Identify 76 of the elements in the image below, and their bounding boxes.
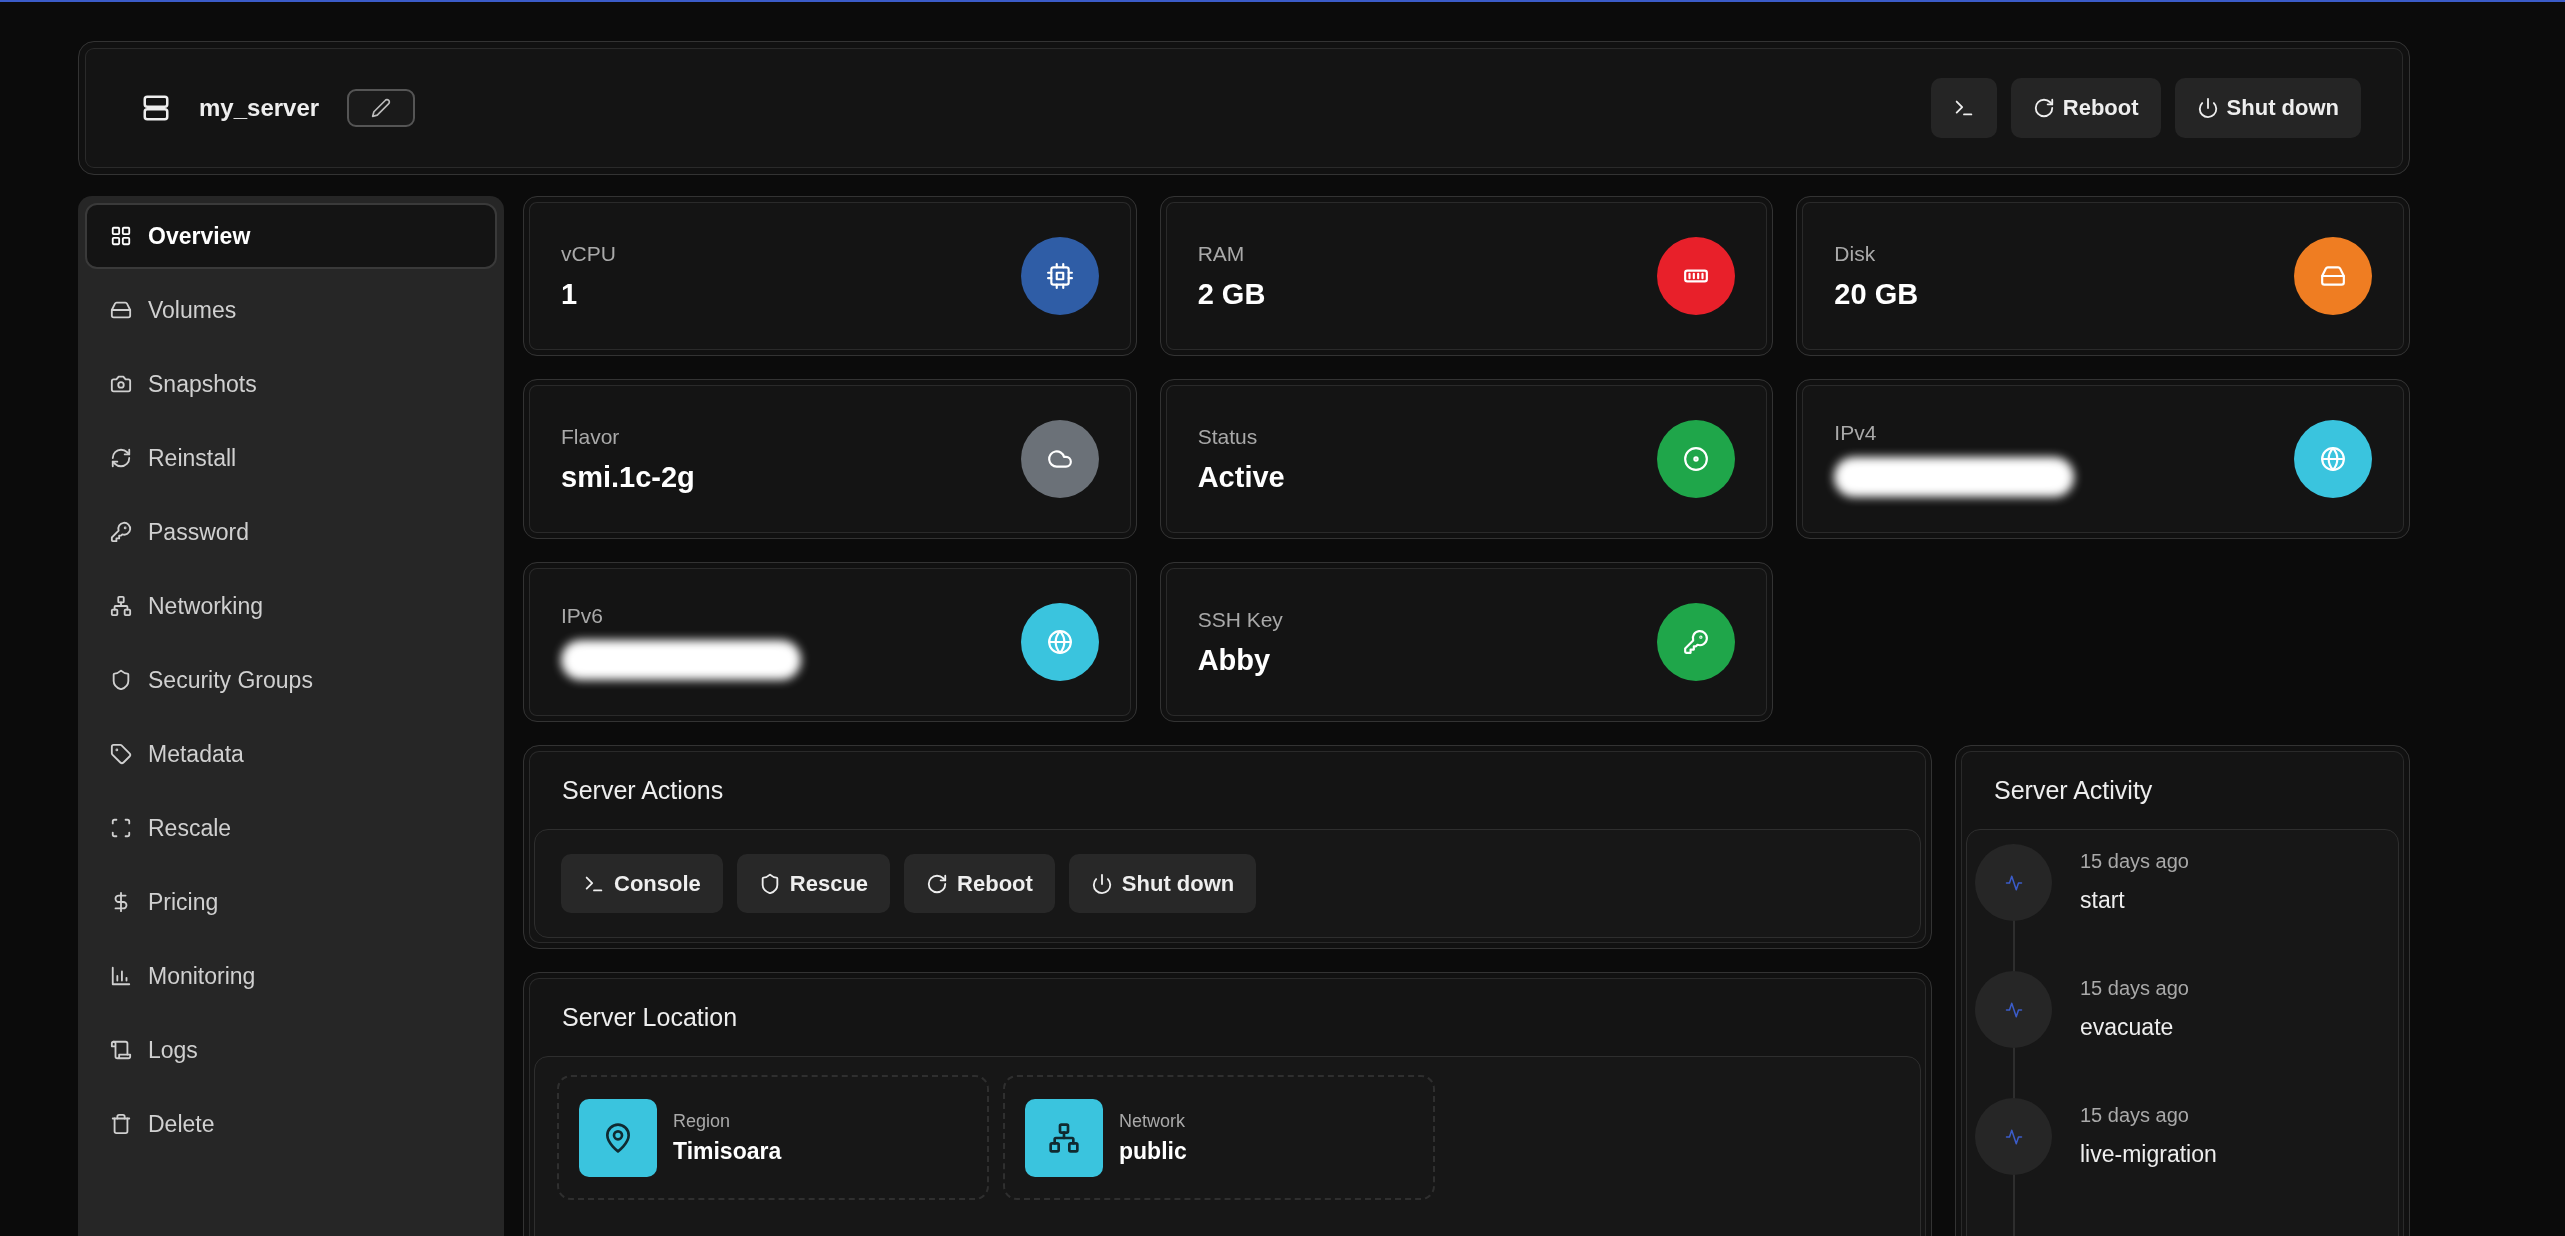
tag-icon	[110, 743, 132, 765]
stat-label: Flavor	[561, 424, 621, 449]
bar-chart-icon	[110, 965, 132, 987]
stat-value: Abby	[1197, 643, 1272, 677]
location-value: public	[1119, 1137, 1187, 1165]
sidebar-item[interactable]: Security Groups	[85, 647, 497, 713]
refresh-icon	[926, 872, 949, 895]
activity-icon	[2004, 873, 2023, 892]
scroll-icon	[110, 1039, 132, 1061]
globe-icon	[1046, 629, 1073, 655]
sidebar-item[interactable]: Password	[85, 499, 497, 565]
location-label: Network	[1119, 1110, 1186, 1132]
reboot-button[interactable]: Reboot	[2010, 78, 2161, 138]
edit-button[interactable]	[347, 89, 416, 127]
event-time: 15 days ago	[2080, 977, 2189, 1000]
sidebar-item[interactable]: Reinstall	[85, 425, 497, 491]
sidebar-item[interactable]: Volumes	[85, 277, 497, 343]
key-icon	[110, 521, 132, 543]
console-button[interactable]: Console	[561, 854, 723, 913]
shield-icon	[110, 669, 132, 691]
shutdown-button[interactable]: Shut down	[2174, 78, 2361, 138]
sidebar-item[interactable]: Snapshots	[85, 351, 497, 417]
server-icon	[141, 93, 171, 123]
event-name: live-migration	[2080, 1141, 2217, 1168]
stat-label: RAM	[1197, 241, 1246, 266]
power-icon	[1090, 872, 1113, 895]
network-icon	[110, 595, 132, 617]
trash-icon	[110, 1113, 132, 1135]
sidebar-item[interactable]: Pricing	[85, 869, 497, 935]
event-time: 15 days ago	[2080, 1104, 2190, 1127]
stat-label: Disk	[1834, 241, 1877, 266]
stat-label: IPv4	[1834, 421, 1878, 445]
sidebar-item[interactable]: Overview	[85, 203, 497, 269]
panel-title: Server Location	[561, 1002, 739, 1033]
stat-label: IPv6	[561, 604, 605, 628]
panel-title: Server Actions	[561, 775, 725, 806]
stat-value: smi.1c-2g	[561, 460, 696, 494]
grid-icon	[110, 225, 132, 247]
stat-value: 1	[561, 277, 579, 311]
sidebar-item[interactable]: Metadata	[85, 721, 497, 787]
stat-label: SSH Key	[1197, 607, 1284, 632]
drive-icon	[2320, 263, 2346, 289]
stat-value: 20 GB	[1834, 277, 1920, 311]
panel-title: Server Activity	[1993, 775, 2154, 806]
server-name: my_server	[199, 94, 320, 122]
refresh-icon	[110, 447, 132, 469]
chip-icon	[1046, 263, 1073, 289]
globe-icon	[2320, 446, 2346, 472]
event-name: evacuate	[2080, 1014, 2175, 1041]
shutdown-button[interactable]: Shut down	[1068, 854, 1257, 913]
circle-dot-icon	[1683, 446, 1710, 472]
stat-label: Status	[1197, 424, 1259, 449]
event-time: 15 days ago	[2080, 850, 2189, 873]
refresh-icon	[2032, 97, 2055, 119]
key-icon	[1683, 629, 1710, 655]
sidebar-item[interactable]: Rescale	[85, 795, 497, 861]
network-icon	[1048, 1121, 1080, 1154]
event-name: start	[2080, 887, 2126, 914]
stat-value: Active	[1197, 460, 1286, 494]
drive-icon	[110, 299, 132, 321]
expand-icon	[110, 817, 132, 839]
sidebar-item[interactable]: Delete	[85, 1091, 497, 1157]
power-icon	[2196, 97, 2219, 119]
activity-icon	[2004, 1000, 2023, 1019]
location-value: Timisoara	[673, 1137, 782, 1165]
camera-icon	[110, 373, 132, 395]
reboot-button[interactable]: Reboot	[904, 854, 1055, 913]
activity-icon	[2004, 1127, 2023, 1146]
sidebar-item[interactable]: Monitoring	[85, 943, 497, 1009]
stat-value: 2 GB	[1197, 277, 1267, 311]
stat-label: vCPU	[561, 241, 617, 266]
pencil-icon	[371, 98, 392, 118]
sidebar-item[interactable]: Logs	[85, 1017, 497, 1083]
rescue-button[interactable]: Rescue	[736, 854, 891, 913]
location-label: Region	[673, 1110, 732, 1132]
sidebar-item[interactable]: Networking	[85, 573, 497, 639]
